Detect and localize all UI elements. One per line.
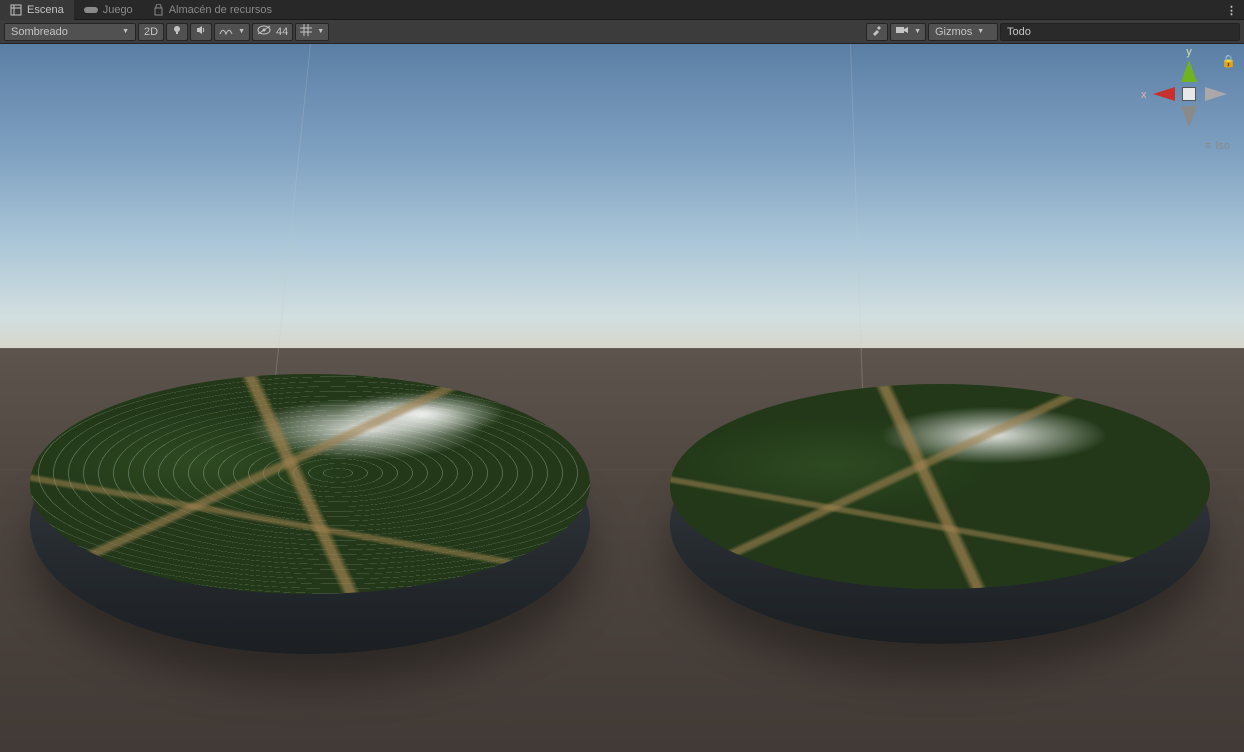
lightbulb-icon: [171, 24, 183, 39]
chevron-down-icon: ▼: [977, 28, 984, 35]
terrain-top: [30, 374, 590, 594]
scene-search-input[interactable]: Todo: [1000, 23, 1240, 41]
gizmos-dropdown[interactable]: Gizmos ▼: [928, 23, 998, 41]
camera-icon: [895, 25, 909, 38]
axis-z-cone[interactable]: [1205, 87, 1227, 101]
orientation-gizmo[interactable]: 🔒 y x ≡ Iso: [1144, 54, 1234, 152]
toggle-fx[interactable]: ▼: [214, 23, 250, 41]
toggle-lighting[interactable]: [166, 23, 188, 41]
projection-toggle[interactable]: ≡ Iso: [1144, 140, 1234, 152]
fx-icon: [219, 24, 233, 39]
chevron-down-icon: ▼: [238, 28, 245, 35]
projection-label: Iso: [1215, 140, 1230, 152]
axis-x-cone[interactable]: [1153, 87, 1175, 101]
terrain-disk-right[interactable]: [670, 384, 1210, 644]
terrain-disk-left[interactable]: [30, 374, 590, 654]
eye-off-icon: [257, 25, 271, 38]
tab-scene[interactable]: Escena: [0, 0, 74, 20]
toggle-audio[interactable]: [190, 23, 212, 41]
tab-bar: Escena Juego Almacén de recursos ⋮: [0, 0, 1244, 20]
gamepad-icon: [84, 5, 98, 15]
toggle-2d-label: 2D: [144, 26, 158, 38]
contour-overlay: [30, 374, 590, 594]
chevron-down-icon: ▼: [122, 28, 129, 35]
tab-asset-store[interactable]: Almacén de recursos: [143, 0, 282, 20]
horizon-line: [0, 348, 1244, 349]
scene-toolbar: Sombreado ▼ 2D ▼ 44 ▼: [0, 20, 1244, 44]
gizmos-label: Gizmos: [935, 26, 972, 38]
scene-icon: [10, 4, 22, 16]
shading-mode-label: Sombreado: [11, 26, 68, 38]
tab-game[interactable]: Juego: [74, 0, 143, 20]
tab-scene-label: Escena: [27, 4, 64, 16]
hidden-count: 44: [276, 26, 288, 38]
axis-x-label: x: [1141, 89, 1147, 101]
bag-icon: [153, 4, 164, 16]
chevron-down-icon: ▼: [914, 28, 921, 35]
menu-icon: ≡: [1205, 140, 1211, 152]
axis-y-label: y: [1186, 46, 1192, 58]
toggle-2d[interactable]: 2D: [138, 23, 164, 41]
kebab-icon: ⋮: [1226, 4, 1238, 17]
speaker-icon: [195, 24, 207, 39]
tab-game-label: Juego: [103, 4, 133, 16]
hidden-objects[interactable]: 44: [252, 23, 293, 41]
chevron-down-icon: ▼: [317, 28, 324, 35]
camera-dropdown[interactable]: ▼: [890, 23, 926, 41]
tab-overflow-menu[interactable]: ⋮: [1226, 0, 1238, 20]
tools-icon: [871, 24, 883, 39]
tools-button[interactable]: [866, 23, 888, 41]
skybox: [0, 44, 1244, 348]
scene-viewport[interactable]: 🔒 y x ≡ Iso: [0, 44, 1244, 752]
gizmo-hub[interactable]: [1182, 87, 1196, 101]
grid-icon: [300, 24, 312, 39]
axis-yneg-cone[interactable]: [1181, 106, 1197, 128]
shading-mode-dropdown[interactable]: Sombreado ▼: [4, 23, 136, 41]
grid-snap-dropdown[interactable]: ▼: [295, 23, 329, 41]
tab-asset-store-label: Almacén de recursos: [169, 4, 272, 16]
scene-search-value: Todo: [1007, 26, 1031, 38]
terrain-top: [670, 384, 1210, 589]
axis-y-cone[interactable]: [1181, 60, 1197, 82]
